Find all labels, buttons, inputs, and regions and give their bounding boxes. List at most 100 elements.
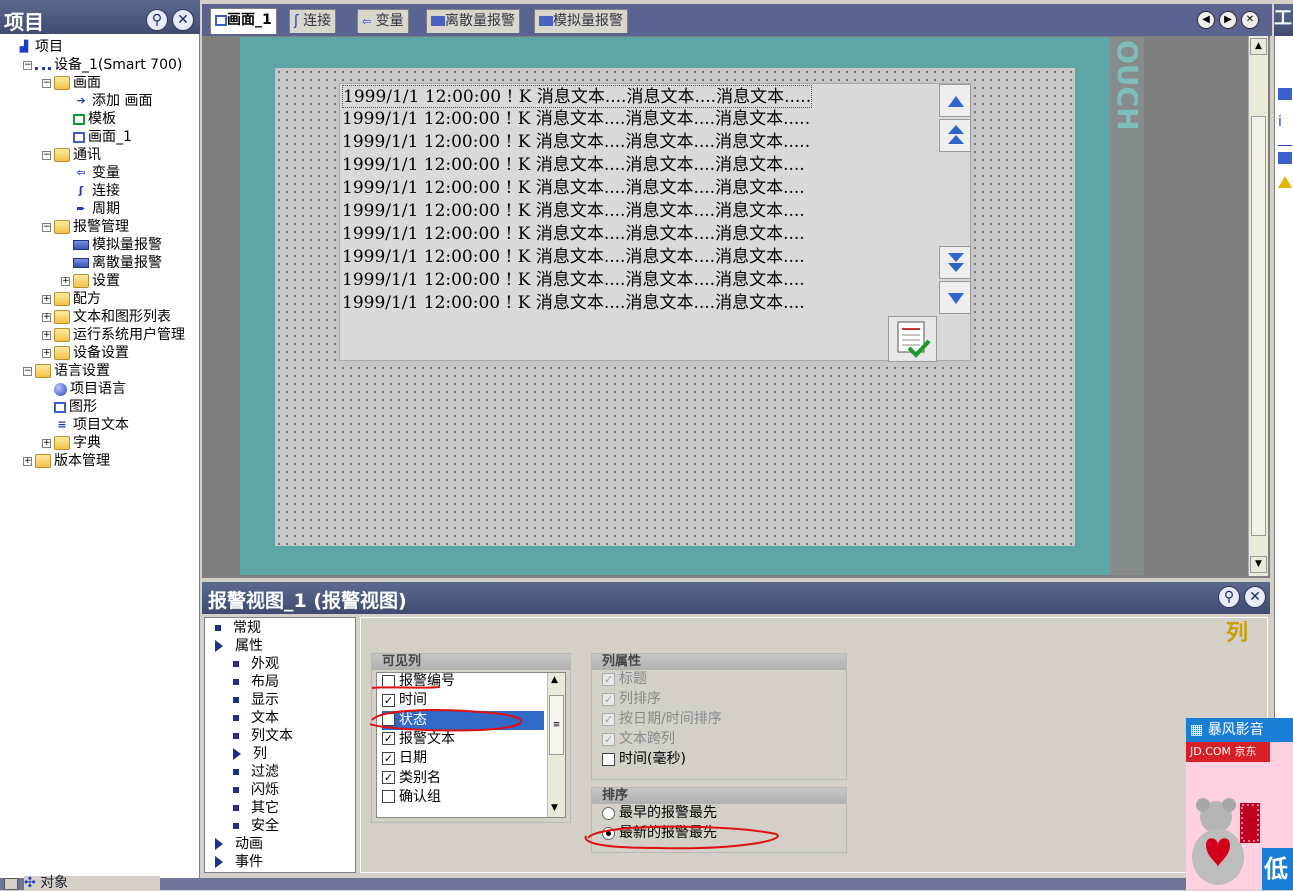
- alarm-row[interactable]: 1999/1/1 12:00:00 ! K 消息文本....消息文本....消息…: [342, 85, 813, 108]
- visible-column-item[interactable]: ✓ 日期: [382, 749, 427, 768]
- close-icon[interactable]: ✕: [172, 9, 194, 31]
- tab-analog-alarms[interactable]: 模拟量报警: [534, 9, 628, 33]
- visible-column-item[interactable]: 确认组: [382, 788, 441, 807]
- checkbox-label: 类别名: [399, 769, 441, 786]
- alarm-row[interactable]: 1999/1/1 12:00:00 ! K 消息文本....消息文本....消息…: [342, 131, 810, 154]
- tree-item[interactable]: − 语言设置: [23, 362, 110, 380]
- nav-item[interactable]: 外观: [233, 655, 279, 673]
- expand-icon[interactable]: +: [61, 276, 70, 286]
- tree-item[interactable]: + 配方: [42, 290, 101, 308]
- tree-item[interactable]: ≡ 项目文本: [42, 416, 129, 434]
- nav-item[interactable]: 显示: [233, 691, 279, 709]
- nav-item[interactable]: 常规: [215, 619, 261, 637]
- scroll-down-icon[interactable]: ▼: [551, 803, 558, 813]
- scrollbar-thumb[interactable]: [1251, 116, 1266, 536]
- tree-item[interactable]: 模板: [61, 110, 116, 128]
- editor-vertical-scrollbar[interactable]: ▲ ▼: [1248, 36, 1268, 576]
- trend-icon[interactable]: [1278, 134, 1292, 146]
- tree-item[interactable]: 模拟量报警: [61, 236, 162, 254]
- tree-item[interactable]: − 报警管理: [42, 218, 129, 236]
- tree-item[interactable]: + 版本管理: [23, 452, 110, 470]
- alarm-row[interactable]: 1999/1/1 12:00:00 ! K 消息文本....消息文本....消息…: [342, 200, 805, 223]
- objects-tab[interactable]: ✣ 对象: [24, 876, 160, 890]
- nav-item[interactable]: 闪烁: [233, 781, 279, 799]
- tree-item[interactable]: − 画面: [42, 74, 101, 92]
- tree-item[interactable]: + 设备设置: [42, 344, 129, 362]
- alarm-row[interactable]: 1999/1/1 12:00:00 ! K 消息文本....消息文本....消息…: [342, 292, 805, 315]
- tree-item[interactable]: 项目语言: [42, 380, 126, 398]
- nav-item[interactable]: 列文本: [233, 727, 293, 745]
- tab-connections[interactable]: ʃ 连接: [289, 9, 337, 33]
- pin-icon[interactable]: ⚲: [1218, 586, 1240, 608]
- screen-icon[interactable]: [1278, 152, 1292, 164]
- checkbox[interactable]: [602, 752, 615, 766]
- warning-icon[interactable]: [1278, 176, 1292, 188]
- nav-item[interactable]: 其它: [233, 799, 279, 817]
- tree-item[interactable]: ▟ 项目: [4, 38, 63, 56]
- nav-item[interactable]: 事件: [215, 853, 263, 871]
- nav-item[interactable]: 属性: [215, 637, 263, 655]
- project-view-icon[interactable]: [4, 878, 18, 890]
- tree-item[interactable]: ⇦ 变量: [61, 164, 120, 182]
- nav-item[interactable]: 列: [233, 745, 267, 763]
- connection-icon: ʃ: [294, 13, 299, 29]
- expand-icon[interactable]: +: [42, 348, 51, 358]
- tab-discrete-alarms[interactable]: 离散量报警: [426, 9, 520, 33]
- expand-icon[interactable]: +: [42, 330, 51, 340]
- tree-item[interactable]: + 字典: [42, 434, 101, 452]
- tree-item[interactable]: + 运行系统用户管理: [42, 326, 185, 344]
- nav-item[interactable]: 布局: [233, 673, 279, 691]
- expand-icon[interactable]: +: [42, 294, 51, 304]
- tree-item[interactable]: + 设置: [61, 272, 120, 290]
- close-editor-icon[interactable]: ✕: [1241, 11, 1259, 29]
- tree-item[interactable]: − 设备_1(Smart 700): [23, 56, 182, 74]
- tree-item[interactable]: ➔ 添加 画面: [61, 92, 152, 110]
- alarm-row[interactable]: 1999/1/1 12:00:00 ! K 消息文本....消息文本....消息…: [342, 269, 805, 292]
- nav-item[interactable]: 安全: [233, 817, 279, 835]
- scroll-up-button[interactable]: [939, 84, 971, 117]
- collapse-icon[interactable]: −: [42, 78, 51, 88]
- tree-item[interactable]: − 通讯: [42, 146, 101, 164]
- alarm-view[interactable]: 1999/1/1 12:00:00 ! K 消息文本....消息文本....消息…: [339, 83, 971, 362]
- checkbox[interactable]: ✓: [382, 771, 395, 784]
- tree-item[interactable]: ➨ 周期: [61, 200, 120, 218]
- collapse-icon[interactable]: −: [42, 222, 51, 232]
- tree-item[interactable]: ʃ 连接: [61, 182, 120, 200]
- alarm-row[interactable]: 1999/1/1 12:00:00 ! K 消息文本....消息文本....消息…: [342, 154, 805, 177]
- scroll-up-icon[interactable]: ▲: [1250, 38, 1267, 55]
- alarm-row[interactable]: 1999/1/1 12:00:00 ! K 消息文本....消息文本....消息…: [342, 108, 810, 131]
- column-property-item[interactable]: 时间(毫秒): [602, 750, 686, 769]
- expand-icon[interactable]: +: [23, 456, 32, 466]
- tree-item[interactable]: 图形: [42, 398, 97, 416]
- info-icon[interactable]: i: [1278, 114, 1292, 130]
- collapse-icon[interactable]: −: [23, 366, 32, 376]
- tab-screen-1[interactable]: 画面_1: [210, 8, 277, 34]
- tree-item[interactable]: 离散量报警: [61, 254, 162, 272]
- expand-icon[interactable]: +: [42, 312, 51, 322]
- acknowledge-button[interactable]: [888, 316, 937, 362]
- checkbox[interactable]: ✓: [382, 751, 395, 765]
- tab-tags[interactable]: ⇦ 变量: [357, 9, 409, 33]
- collapse-icon[interactable]: −: [42, 150, 51, 160]
- toolbox-item-icon[interactable]: [1278, 88, 1292, 100]
- alarm-row[interactable]: 1999/1/1 12:00:00 ! K 消息文本....消息文本....消息…: [342, 246, 805, 269]
- close-icon[interactable]: ✕: [1244, 586, 1266, 608]
- alarm-row[interactable]: 1999/1/1 12:00:00 ! K 消息文本....消息文本....消息…: [342, 177, 805, 200]
- tab-prev-icon[interactable]: ◀: [1197, 11, 1215, 29]
- tab-next-icon[interactable]: ▶: [1219, 11, 1237, 29]
- page-down-button[interactable]: [939, 246, 971, 279]
- scroll-down-button[interactable]: [939, 281, 971, 314]
- tree-item[interactable]: 画面_1: [61, 128, 132, 146]
- page-up-button[interactable]: [939, 119, 971, 152]
- nav-item[interactable]: 动画: [215, 835, 263, 853]
- checkbox[interactable]: [382, 790, 395, 804]
- expand-icon[interactable]: +: [42, 438, 51, 448]
- alarm-row[interactable]: 1999/1/1 12:00:00 ! K 消息文本....消息文本....消息…: [342, 223, 805, 246]
- nav-item[interactable]: 过滤: [233, 763, 279, 781]
- visible-column-item[interactable]: ✓ 类别名: [382, 769, 441, 788]
- nav-item[interactable]: 文本: [233, 709, 279, 727]
- collapse-icon[interactable]: −: [23, 60, 32, 70]
- tree-item[interactable]: + 文本和图形列表: [42, 308, 171, 326]
- scroll-down-icon[interactable]: ▼: [1250, 556, 1267, 573]
- pin-icon[interactable]: ⚲: [146, 9, 168, 31]
